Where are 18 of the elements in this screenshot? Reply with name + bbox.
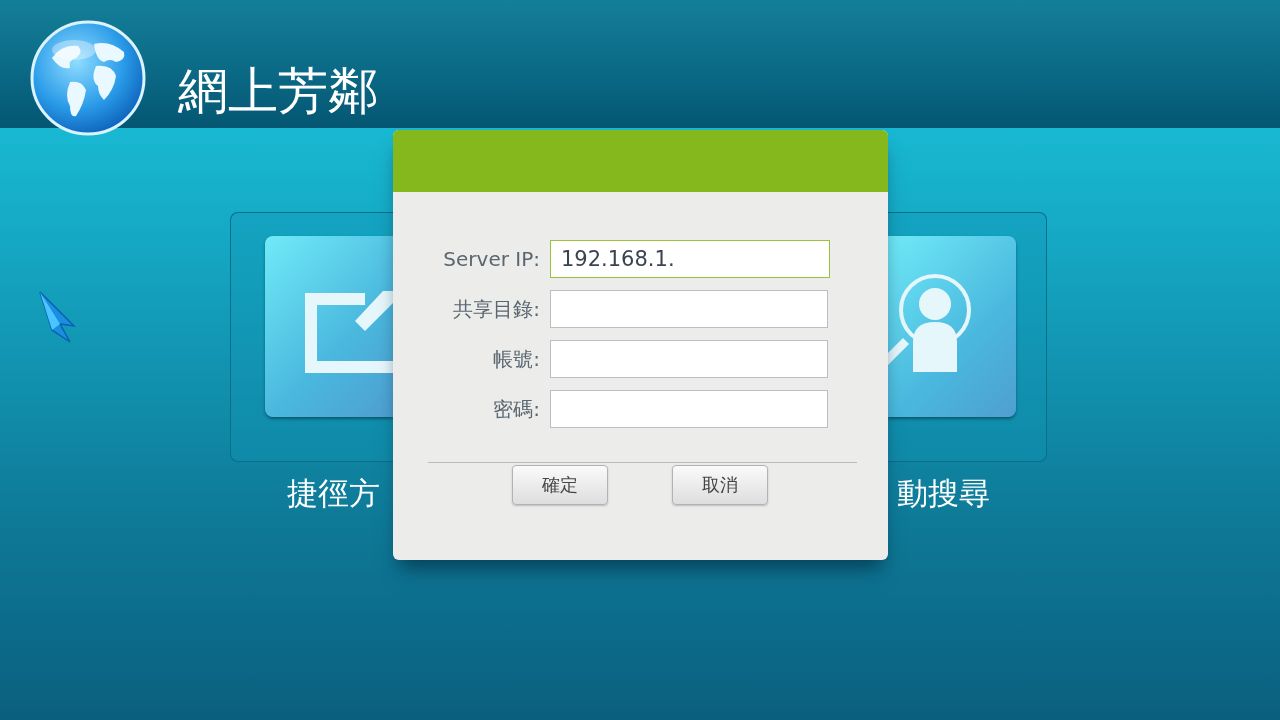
cancel-button[interactable]: 取消 bbox=[672, 465, 768, 505]
search-tile[interactable] bbox=[888, 236, 1016, 417]
field-label: 帳號: bbox=[492, 345, 540, 373]
field-label: Server IP: bbox=[442, 247, 540, 271]
shortcut-icon bbox=[305, 290, 393, 375]
app-title: 網上芳鄰 bbox=[178, 61, 378, 122]
globe-icon bbox=[30, 20, 146, 136]
tile-label: 動搜尋 bbox=[896, 474, 990, 513]
input-field[interactable] bbox=[550, 290, 828, 328]
field-label: 共享目錄: bbox=[452, 295, 540, 323]
input-field[interactable]: 192.168.1. bbox=[550, 240, 830, 278]
tile-label: 捷徑方 bbox=[286, 474, 381, 513]
input-field[interactable] bbox=[550, 390, 828, 428]
field-label: 密碼: bbox=[492, 395, 540, 423]
confirm-button[interactable]: 確定 bbox=[512, 465, 608, 505]
shortcut-tile[interactable] bbox=[265, 236, 393, 417]
input-field[interactable] bbox=[550, 340, 828, 378]
cursor-icon bbox=[38, 290, 76, 344]
